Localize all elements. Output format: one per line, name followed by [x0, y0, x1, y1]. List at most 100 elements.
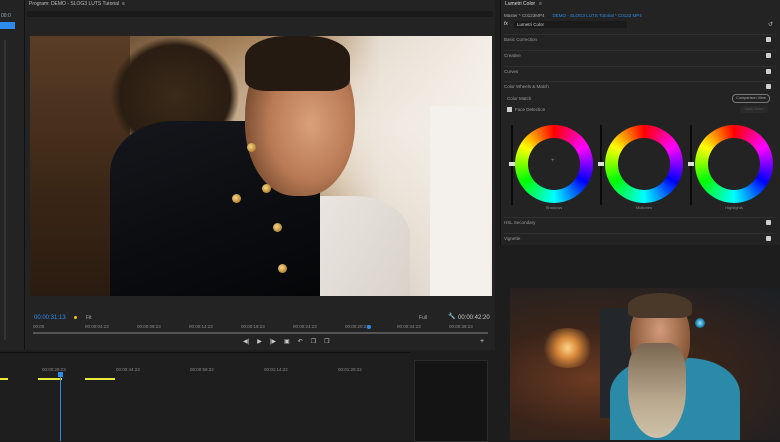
slider-knob[interactable]: [598, 162, 604, 166]
uniform-button: [262, 184, 271, 193]
comparison-view-button[interactable]: Comparison View: [732, 94, 770, 103]
transport-button[interactable]: ▶: [257, 339, 262, 345]
source-sequence[interactable]: DEMO - SLOG3 LUTS Tutorial * C0123 MP4: [553, 13, 642, 18]
section-color-wheels[interactable]: Color Wheels & Match: [504, 81, 776, 91]
lumetri-tab[interactable]: Lumetri Color ≡: [505, 1, 542, 7]
section-creative[interactable]: Creative: [504, 50, 776, 60]
face-detection-checkbox[interactable]: Face Detection: [507, 107, 546, 113]
program-monitor: Program: DEMO - SLOG3 LUTS Tutorial ≡ 00:…: [25, 0, 495, 350]
timeline-tick-label: 00:01:14:22: [264, 367, 288, 372]
wheel-center[interactable]: [528, 138, 580, 190]
monitor-controls: 00:00:31:13 Fit Full 🔧 00:00:42:20 00:00…: [25, 310, 495, 350]
highlights-wheel[interactable]: [695, 125, 773, 203]
person-beard: [628, 343, 686, 438]
add-button[interactable]: +: [480, 338, 484, 345]
section-checkbox[interactable]: [766, 220, 771, 225]
ruler-tick-label: 00:00:39:23: [449, 324, 473, 329]
lamp-light: [540, 328, 595, 368]
clip-bar[interactable]: [38, 378, 62, 380]
section-checkbox[interactable]: [766, 53, 771, 58]
effect-dropdown[interactable]: Lumetri Color: [514, 21, 627, 28]
section-basic-correction[interactable]: Basic Correction: [504, 34, 776, 44]
playhead-marker[interactable]: [367, 325, 371, 329]
man-hair: [245, 36, 350, 91]
clip-bar[interactable]: [85, 378, 115, 380]
wrench-icon[interactable]: 🔧: [448, 313, 455, 320]
ruler-tick-label: 00:00:29:23: [345, 324, 369, 329]
color-match-label: Color Match: [507, 96, 532, 101]
timeline-playhead[interactable]: [60, 373, 61, 441]
shadows-slider[interactable]: [509, 125, 515, 205]
midtones-wheel[interactable]: [605, 125, 683, 203]
section-checkbox[interactable]: [766, 84, 771, 89]
blue-light: [695, 318, 705, 328]
transport-button[interactable]: ▣: [284, 339, 290, 345]
wheel-center[interactable]: [708, 138, 760, 190]
current-timecode[interactable]: 00:00:31:13: [34, 315, 66, 321]
uniform-button: [278, 264, 287, 273]
crosshair-icon[interactable]: +: [551, 158, 555, 164]
transport-button[interactable]: ❐: [311, 339, 316, 345]
ruler-tick-label: 00:00:14:23: [189, 324, 213, 329]
monitor-ruler[interactable]: 00:00 00:00:04:23 00:00:09:23 00:00:14:23 00…: [33, 324, 488, 330]
audio-meter: [414, 360, 488, 442]
section-label: Basic Correction: [504, 37, 538, 42]
ruler-tick-label: 00:00:34:23: [397, 324, 421, 329]
section-hsl-secondary[interactable]: HSL Secondary: [504, 217, 776, 227]
section-label: Vignette: [504, 236, 521, 241]
window-light: [430, 106, 490, 296]
highlights-slider[interactable]: [688, 125, 694, 205]
section-curves[interactable]: Curves: [504, 66, 776, 76]
ruler-tick-label: 00:00: [33, 324, 45, 329]
highlights-label: Highlights: [725, 205, 743, 210]
menu-icon[interactable]: ≡: [539, 1, 542, 7]
wheel-center[interactable]: [618, 138, 670, 190]
project-panel-strip: 00:0: [0, 0, 25, 350]
uniform-button: [273, 223, 282, 232]
ruler-tick-label: 00:00:24:23: [293, 324, 317, 329]
program-tab[interactable]: Program: DEMO - SLOG3 LUTS Tutorial ≡: [29, 1, 125, 7]
menu-icon[interactable]: ≡: [122, 1, 125, 7]
transport-button[interactable]: |▶: [270, 339, 276, 345]
source-master[interactable]: Master * C0123MP4: [504, 13, 545, 18]
shadows-wheel[interactable]: +: [515, 125, 593, 203]
transport-button[interactable]: ❐: [324, 339, 329, 345]
webcam-overlay: [510, 288, 780, 440]
timeline-tick-label: 00:00:44:23: [116, 367, 140, 372]
scrub-bar[interactable]: [33, 332, 488, 334]
source-line: Master * C0123MP4 DEMO - SLOG3 LUTS Tutor…: [504, 13, 642, 18]
selected-item[interactable]: [0, 22, 15, 29]
slider-knob[interactable]: [688, 162, 694, 166]
ruler-tick-label: 00:00:19:23: [241, 324, 265, 329]
resolution-select[interactable]: Full: [419, 315, 427, 321]
uniform-button: [247, 143, 256, 152]
section-checkbox[interactable]: [766, 37, 771, 42]
uniform-button: [232, 194, 241, 203]
transport-button[interactable]: ◀|: [243, 339, 249, 345]
left-timecode: 00:0: [1, 13, 11, 19]
timeline-tick-label: 00:01:29:22: [338, 367, 362, 372]
effect-row: fx Lumetri Color ↺: [504, 21, 778, 29]
playhead-handle[interactable]: [58, 372, 63, 377]
apply-match-button[interactable]: Apply Match: [740, 106, 768, 113]
program-tab-label: Program: DEMO - SLOG3 LUTS Tutorial: [29, 1, 120, 7]
midtones-label: Midtones: [635, 205, 653, 210]
transport-controls: ◀| ▶ |▶ ▣ ↶ ❐ ❐: [243, 338, 337, 345]
checkbox-icon[interactable]: [507, 107, 512, 113]
clip-bar[interactable]: [0, 378, 8, 380]
section-checkbox[interactable]: [766, 236, 771, 241]
face-detection-label: Face Detection: [515, 107, 546, 112]
person-hair: [628, 293, 692, 318]
fx-icon[interactable]: fx: [504, 21, 508, 27]
duration-timecode: 00:00:42:20: [458, 315, 490, 321]
midtones-slider[interactable]: [598, 125, 604, 205]
marker-dot: [74, 316, 77, 319]
monitor-top-ruler: [27, 11, 493, 17]
transport-button[interactable]: ↶: [298, 339, 303, 345]
zoom-select[interactable]: Fit: [86, 315, 92, 321]
section-checkbox[interactable]: [766, 69, 771, 74]
video-frame: [30, 36, 492, 296]
section-vignette[interactable]: Vignette: [504, 233, 776, 243]
left-scrollbar[interactable]: [4, 40, 6, 340]
reset-icon[interactable]: ↺: [768, 21, 773, 28]
